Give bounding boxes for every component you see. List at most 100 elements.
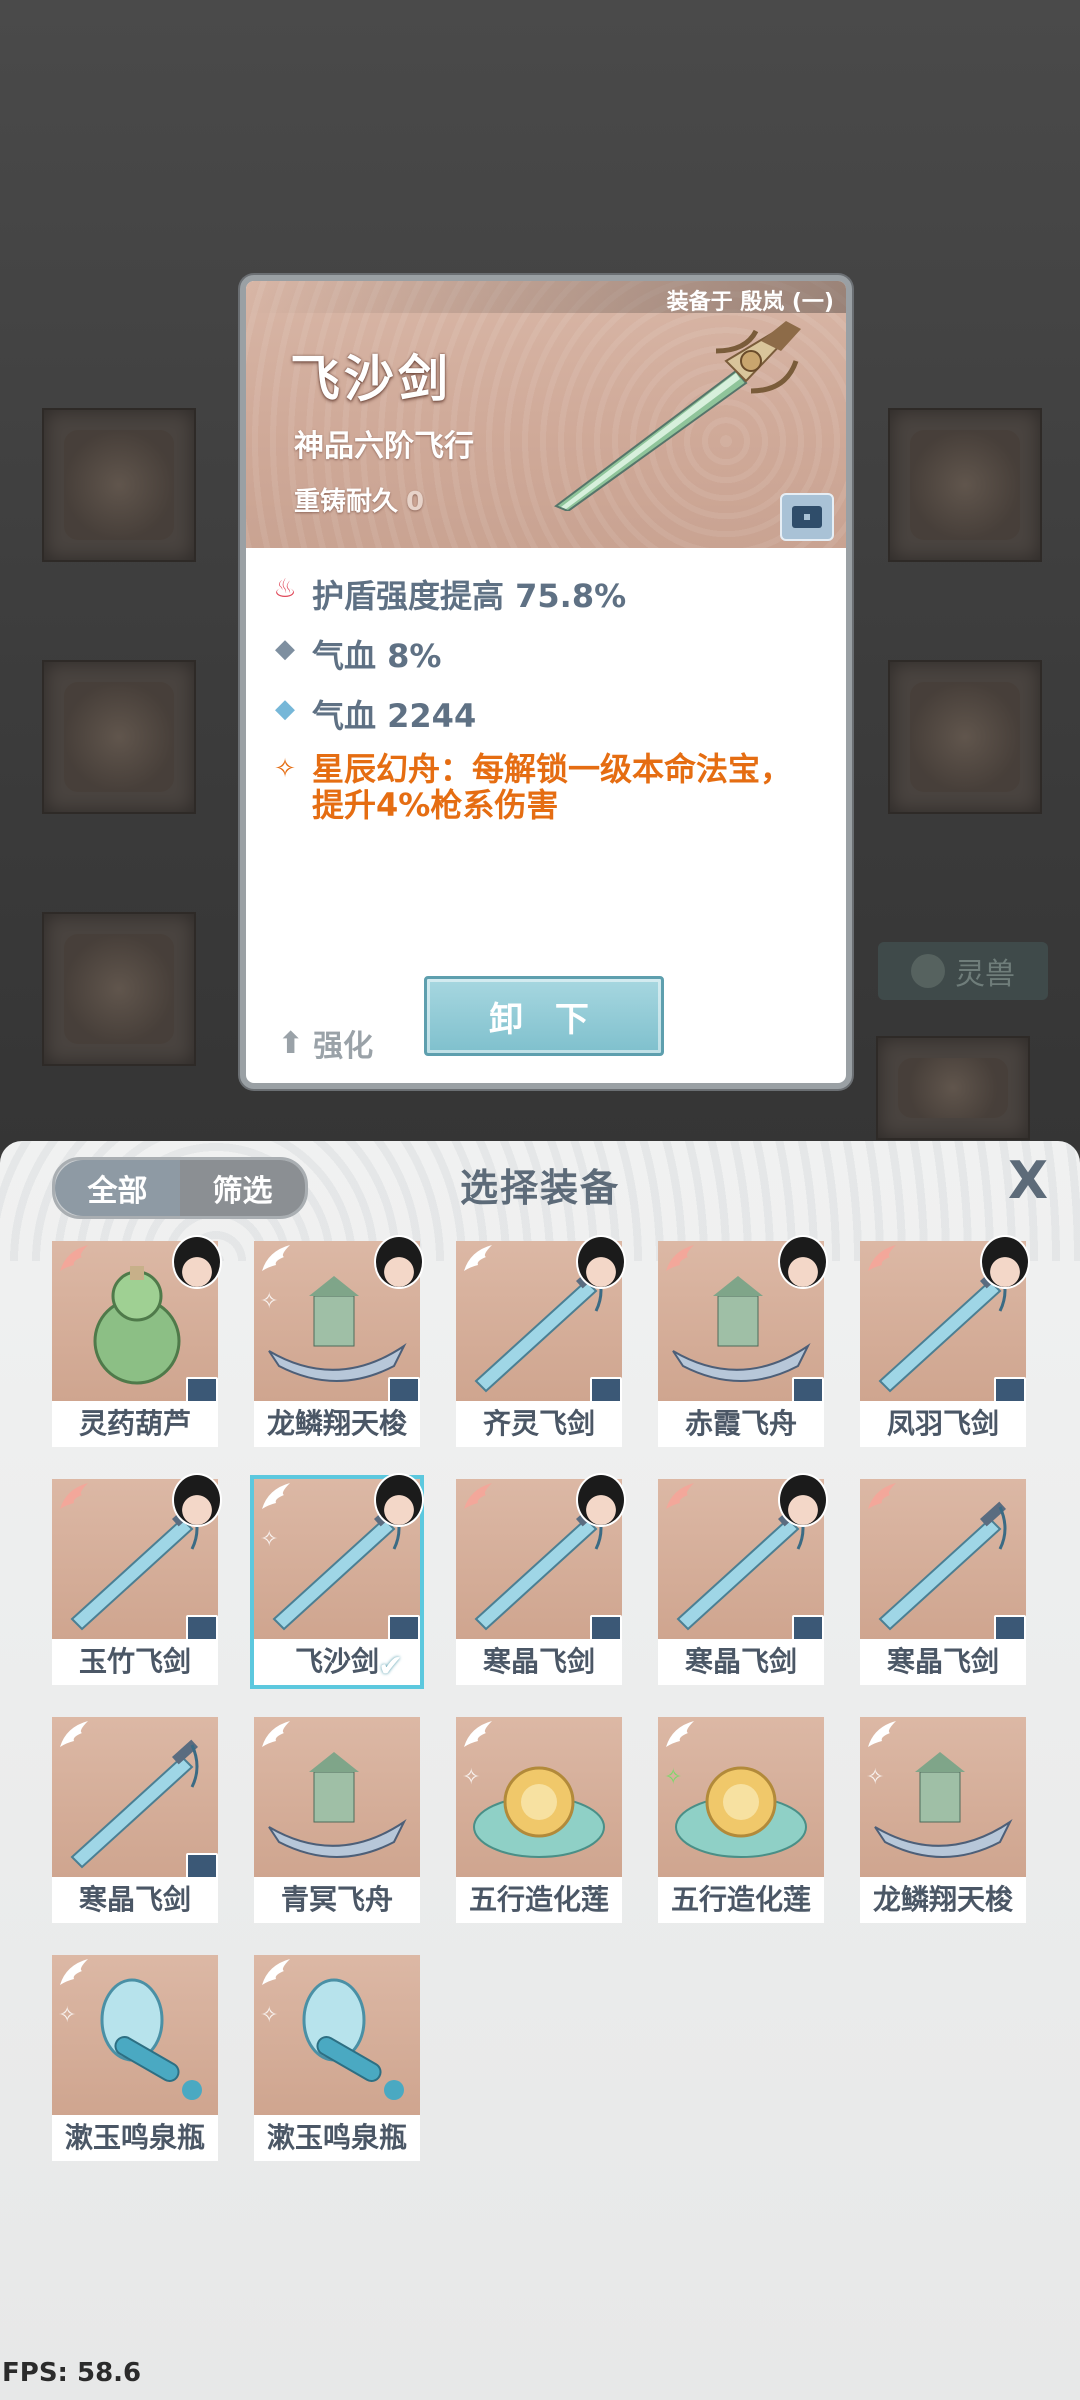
character-portrait-icon (374, 1235, 424, 1289)
stat-row-special: ✧ 星辰幻舟：每解锁一级本命法宝，提升4%枪系伤害 (272, 751, 832, 823)
equipment-card[interactable]: 寒晶飞剑 (860, 1479, 1026, 1685)
stat-text: 气血 8% (312, 637, 442, 675)
diamond-gray-icon: ◆ (275, 634, 295, 664)
rune-icon: ✧ (260, 1289, 279, 1314)
wing-rank-icon (864, 1243, 900, 1275)
equipment-slot-treasure (888, 660, 1042, 814)
chest-icon (994, 1377, 1026, 1403)
equipment-card[interactable]: 灵药葫芦 (52, 1235, 222, 1447)
equipment-name: 玉竹飞剑 (52, 1639, 218, 1685)
rune-icon: ✧ (58, 2003, 77, 2028)
rune-icon: ✧ (866, 1765, 885, 1790)
equipment-name: 寒晶飞剑 (860, 1639, 1026, 1685)
wing-rank-icon (864, 1719, 900, 1751)
chest-icon (388, 1377, 420, 1403)
stat-text: 气血 2244 (312, 697, 477, 735)
equipment-name: 龙鳞翔天梭 (254, 1401, 420, 1447)
equipment-name: 寒晶飞剑 (52, 1877, 218, 1923)
equipment-name: 齐灵飞剑 (456, 1401, 622, 1447)
character-portrait-icon (778, 1235, 828, 1289)
character-portrait-icon (576, 1473, 626, 1527)
upgrade-arrow-icon: ⬆ (278, 1025, 304, 1061)
item-name: 飞沙剑 (290, 350, 452, 408)
equipment-detail-popup: 装备于 殷岚 (一) 飞沙剑 神品六阶飞行 重铸耐久 0 ♨ 护盾强度提高 75.… (240, 275, 852, 1089)
item-grade: 神品六阶飞行 (294, 429, 474, 464)
storage-chest-button[interactable] (780, 493, 834, 541)
close-icon[interactable]: X (1000, 1153, 1056, 1209)
chest-icon (388, 1615, 420, 1641)
equipment-card[interactable]: ✧ 龙鳞翔天梭 (860, 1717, 1026, 1923)
stat-row-1: ♨ 护盾强度提高 75.8% (272, 571, 626, 617)
equipment-name: 漱玉鸣泉瓶 (52, 2115, 218, 2161)
wing-rank-icon (258, 1243, 294, 1275)
equipment-name: 青冥飞舟 (254, 1877, 420, 1923)
equipment-card[interactable]: ✧ 漱玉鸣泉瓶 (254, 1955, 420, 2161)
equipment-card[interactable]: 玉竹飞剑 (52, 1473, 222, 1685)
rune-icon: ✧ (664, 1765, 683, 1790)
wing-rank-icon (662, 1481, 698, 1513)
equipment-slot-accessory (888, 408, 1042, 562)
lotus-red-icon: ♨ (273, 574, 297, 604)
stat-text-special: 星辰幻舟：每解锁一级本命法宝，提升4%枪系伤害 (312, 750, 793, 824)
item-durability: 重铸耐久 0 (294, 481, 424, 518)
equipment-card[interactable]: 寒晶飞剑 (456, 1473, 626, 1685)
equipment-name: 五行造化莲 (658, 1877, 824, 1923)
enhance-button[interactable]: ⬆ 强化 (278, 1021, 373, 1065)
equipment-name: 赤霞飞舟 (658, 1401, 824, 1447)
rune-icon: ✧ (260, 2003, 279, 2028)
equipment-card[interactable]: 寒晶飞剑 (52, 1717, 218, 1923)
diamond-blue-icon: ◆ (275, 694, 295, 724)
rune-icon: ✧ (260, 1527, 279, 1552)
sword-artwork (554, 321, 801, 511)
star-rune-orange-icon: ✧ (274, 754, 296, 784)
equipment-slot-boots (42, 912, 196, 1066)
character-portrait-icon (172, 1235, 222, 1289)
wing-rank-icon (258, 1719, 294, 1751)
chest-icon (792, 506, 822, 528)
wing-rank-icon (460, 1719, 496, 1751)
chest-icon (186, 1377, 218, 1403)
wing-rank-icon (56, 1481, 92, 1513)
sheet-title: 选择装备 (459, 1166, 620, 1210)
equipment-name: 灵药葫芦 (52, 1401, 218, 1447)
equipment-card[interactable]: 齐灵飞剑 (456, 1235, 626, 1447)
equipment-card[interactable]: 赤霞飞舟 (658, 1235, 828, 1447)
checkmark-icon: ✔ (378, 1649, 404, 1684)
popup-header: 装备于 殷岚 (一) 飞沙剑 神品六阶飞行 重铸耐久 0 (246, 281, 846, 548)
equipment-card[interactable]: 凤羽飞剑 (860, 1235, 1030, 1447)
chest-icon (186, 1853, 218, 1879)
character-portrait-icon (980, 1235, 1030, 1289)
chest-icon (994, 1615, 1026, 1641)
equipment-card[interactable]: 寒晶飞剑 (658, 1473, 828, 1685)
spirit-beast-tab-label: 灵兽 (955, 957, 1015, 992)
wing-rank-icon (56, 1243, 92, 1275)
wing-rank-icon (662, 1243, 698, 1275)
fps-counter: FPS: 58.6 (2, 2358, 142, 2388)
equipment-card[interactable]: ✧ 五行造化莲 (456, 1717, 622, 1923)
equipment-name: 寒晶飞剑 (456, 1639, 622, 1685)
wing-rank-icon (258, 1481, 294, 1513)
wing-rank-icon (56, 1719, 92, 1751)
chest-icon (590, 1377, 622, 1403)
enhance-label: 强化 (313, 1029, 374, 1064)
wing-rank-icon (864, 1481, 900, 1513)
equipped-on-text: 装备于 殷岚 (一) (666, 290, 834, 315)
chest-icon (792, 1615, 824, 1641)
wing-rank-icon (258, 1957, 294, 1989)
wing-rank-icon (460, 1243, 496, 1275)
equipment-card[interactable]: ✧ 五行造化莲 (658, 1717, 824, 1923)
character-portrait-icon (576, 1235, 626, 1289)
equipment-card[interactable]: ✧ 飞沙剑 ✔ (250, 1473, 424, 1689)
equipment-card[interactable]: ✧ 漱玉鸣泉瓶 (52, 1955, 218, 2161)
equipment-card[interactable]: 青冥飞舟 (254, 1717, 420, 1923)
wing-rank-icon (56, 1957, 92, 1989)
character-portrait-icon (374, 1473, 424, 1527)
equipment-card[interactable]: ✧ 龙鳞翔天梭 (254, 1235, 424, 1447)
chest-icon (590, 1615, 622, 1641)
equipment-select-sheet: 全部 筛选 选择装备 X 灵药葫芦 ✧ 龙鳞翔天梭 齐灵飞剑 赤霞飞舟 凤羽飞剑 玉竹飞剑 ✧… (0, 1141, 1080, 2400)
chest-icon (792, 1377, 824, 1403)
equipment-slot-armor (42, 660, 196, 814)
durability-value: 0 (406, 487, 425, 517)
equipment-name: 凤羽飞剑 (860, 1401, 1026, 1447)
unequip-button[interactable]: 卸 下 (424, 976, 664, 1056)
